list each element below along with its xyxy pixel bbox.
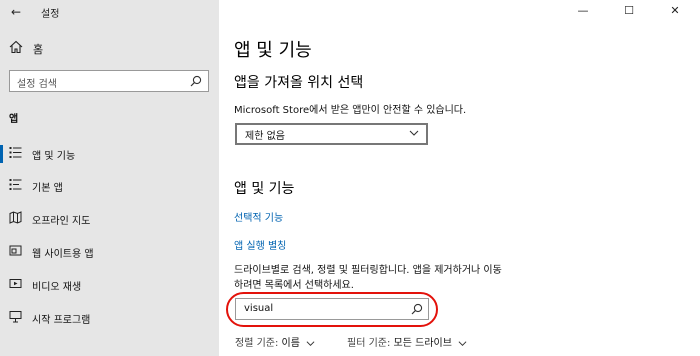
sort-value: 이름 [281,338,300,349]
filter-dropdown[interactable]: 필터 기준: 모든 드라이브 [347,334,467,349]
apps-search-description-line2: 하려면 목록에서 선택하세요. [234,280,354,291]
sidebar-item-label: 웹 사이트용 앱 [32,249,94,260]
sort-label: 정렬 기준: [235,338,279,349]
search-icon [190,75,202,87]
sidebar-item-offline-maps[interactable]: 오프라인 지도 [0,207,219,231]
install-source-heading: 앱을 가져올 위치 선택 [234,75,364,91]
sidebar-section-label: 앱 [9,114,19,125]
back-button[interactable]: ← [6,2,26,22]
optional-features-link[interactable]: 선택적 기능 [234,209,283,224]
page-title: 앱 및 기능 [234,40,312,61]
sidebar-home[interactable]: 홈 [0,38,219,60]
selected-indicator [0,145,3,163]
apps-features-icon [9,147,22,158]
close-button[interactable]: ✕ [652,0,698,22]
apps-for-websites-icon [9,245,22,256]
sidebar-item-default-apps[interactable]: 기본 앱 [0,174,219,198]
app-execution-aliases-link[interactable]: 앱 실행 별칭 [234,237,286,252]
minimize-button[interactable]: — [560,0,606,22]
sidebar-item-label: 오프라인 지도 [32,216,91,227]
window-controls: — ☐ ✕ [560,0,700,24]
sidebar-home-label: 홈 [33,43,44,56]
settings-search-input[interactable]: 설정 검색 [9,70,209,92]
chevron-down-icon [306,340,315,346]
sidebar-item-label: 앱 및 기능 [32,151,76,162]
maximize-button[interactable]: ☐ [606,0,652,22]
sidebar-item-startup[interactable]: 시작 프로그램 [0,306,219,330]
sidebar-item-apps-for-websites[interactable]: 웹 사이트용 앱 [0,240,219,264]
install-source-dropdown[interactable]: 제한 없음 [235,123,428,145]
search-icon [411,303,423,315]
apps-features-heading: 앱 및 기능 [234,181,295,197]
sidebar-item-video-playback[interactable]: 비디오 재생 [0,273,219,297]
home-icon [9,40,23,54]
filter-label: 필터 기준: [347,338,391,349]
sidebar-item-label: 시작 프로그램 [32,315,91,326]
dropdown-selected-value: 제한 없음 [245,131,285,142]
main-content: — ☐ ✕ 앱 및 기능 앱을 가져올 위치 선택 Microsoft Stor… [219,0,700,356]
app-title: 설정 [41,9,60,20]
install-source-description: Microsoft Store에서 받은 앱만이 안전할 수 있습니다. [234,105,467,116]
sidebar-item-apps-features[interactable]: 앱 및 기능 [0,142,219,166]
filter-value: 모든 드라이브 [393,338,452,349]
sidebar-item-label: 기본 앱 [32,183,63,194]
default-apps-icon [9,179,22,190]
sidebar: ← 설정 홈 설정 검색 앱 앱 및 기능 기본 앱 오프라인 지도 웹 사이트… [0,0,219,356]
offline-maps-icon [9,211,22,224]
titlebar-left: ← 설정 [0,0,219,24]
chevron-down-icon [409,130,419,136]
apps-search-description-line1: 드라이브별로 검색, 정렬 및 필터링합니다. 앱을 제거하거나 이동 [234,265,502,276]
sort-dropdown[interactable]: 정렬 기준: 이름 [235,334,315,349]
chevron-down-icon [458,340,467,346]
settings-search-placeholder: 설정 검색 [17,79,57,90]
sidebar-item-label: 비디오 재생 [32,282,82,293]
video-playback-icon [9,279,22,288]
apps-search-input[interactable]: visual [235,298,429,320]
apps-search-value: visual [244,303,274,314]
startup-icon [9,311,22,323]
